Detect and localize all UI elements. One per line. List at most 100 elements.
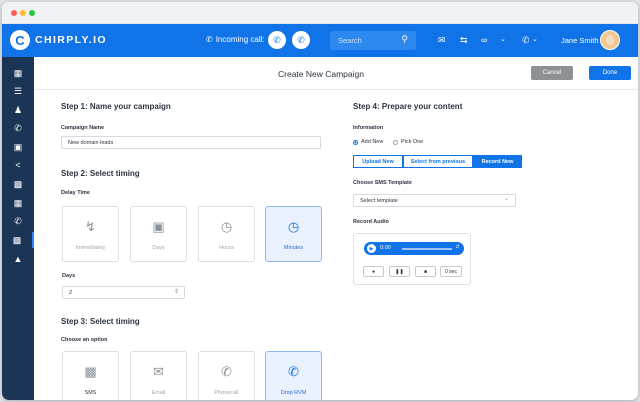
contacts-icon: ♟	[13, 104, 23, 115]
close-window-button[interactable]	[11, 10, 17, 16]
stepper-arrows-icon[interactable]: ⇕	[174, 288, 179, 295]
campaign-name-input[interactable]: New domain leads	[61, 136, 321, 149]
sidebar-item-inbox[interactable]: ▣	[2, 139, 34, 155]
avatar[interactable]	[600, 30, 620, 50]
search-placeholder: Search	[338, 36, 362, 45]
brand-logo[interactable]: C CHIRPLY.IO	[10, 30, 107, 50]
incoming-call-label: Incoming call:	[215, 35, 265, 44]
channel-option-drop-rvm[interactable]: ✆ Drop RVM	[265, 351, 322, 400]
lightning-icon: ↯	[85, 219, 96, 234]
search-icon[interactable]: ⚲	[401, 34, 408, 45]
record-button[interactable]: ●	[363, 266, 384, 277]
sidebar-item-contact-card[interactable]: ▩	[2, 176, 34, 192]
avatar-face	[606, 35, 614, 45]
chevron-down-icon[interactable]: ⌄	[500, 34, 506, 46]
sidebar-item-calendar[interactable]: ▩	[2, 232, 34, 248]
radio-selected-icon	[353, 139, 358, 145]
radio-unselected-icon	[393, 139, 398, 145]
contact-card-icon: ▩	[13, 178, 23, 189]
radio-add-new[interactable]: Add New	[353, 139, 383, 145]
calendar-icon: ▣	[152, 219, 165, 234]
share-icon: <	[15, 160, 21, 170]
days-label: Days	[62, 273, 76, 279]
sidebar-item-call-forward[interactable]: ✆	[2, 213, 34, 229]
days-stepper[interactable]: 2 ⇕	[62, 286, 185, 299]
tab-select-from-previous[interactable]: Select from previous	[403, 155, 473, 168]
play-icon[interactable]: ▶	[367, 244, 376, 253]
phone-hangup-icon: ✆	[297, 34, 305, 45]
sms-template-select[interactable]: Select template ⌄	[353, 194, 516, 207]
channel-option-label: SMS	[84, 390, 97, 396]
audio-player: ▶ 0:00 ♬	[364, 242, 464, 255]
zoom-window-button[interactable]	[29, 10, 35, 16]
cancel-button[interactable]: Cancel	[531, 66, 573, 80]
voicemail-icon[interactable]: ∞	[481, 34, 487, 46]
voicemail-phone-icon: ✆	[288, 364, 299, 379]
information-label: Information	[353, 125, 384, 131]
timing-option-days[interactable]: ▣ Days	[130, 206, 187, 262]
clock-icon: ◷	[220, 219, 233, 234]
top-navigation-bar: C CHIRPLY.IO ✆ Incoming call: ✆ ✆ Search…	[2, 24, 638, 57]
stop-button[interactable]: ■	[415, 266, 436, 277]
channel-option-label: Phonecall	[214, 390, 239, 396]
player-progress-track[interactable]	[402, 248, 452, 250]
sidebar-item-apps[interactable]: ▦	[2, 195, 34, 211]
pause-button[interactable]: ❚❚	[389, 266, 410, 277]
message-icon: ▩	[84, 364, 97, 379]
apps-icon: ▦	[13, 197, 23, 208]
brand-name: CHIRPLY.IO	[35, 34, 107, 46]
calendar-icon: ▩	[12, 234, 22, 245]
search-input[interactable]: Search ⚲	[330, 31, 416, 50]
channel-option-email[interactable]: ✉ Email	[130, 351, 187, 400]
timing-option-minutes[interactable]: ◷ Minutes	[265, 206, 322, 262]
mail-icon[interactable]: ✉	[438, 34, 446, 46]
channel-option-sms[interactable]: ▩ SMS	[62, 351, 119, 400]
channel-option-label: Drop RVM	[280, 390, 307, 396]
page-title: Create New Campaign	[278, 69, 364, 79]
tab-record-new[interactable]: Record New	[473, 155, 522, 168]
choose-option-label: Choose an option	[61, 337, 108, 343]
main-content: Create New Campaign Cancel Done Step 1: …	[34, 57, 638, 400]
minimize-window-button[interactable]	[20, 10, 26, 16]
sidebar-item-phone[interactable]: ✆	[2, 120, 34, 136]
transfer-icon[interactable]: ⇆	[460, 34, 468, 46]
sidebar-item-share[interactable]: <	[2, 157, 34, 173]
sidebar-item-dashboard[interactable]: ▦	[2, 65, 34, 81]
sidebar-item-list[interactable]: ☰	[2, 83, 34, 99]
timing-option-label: Immediately	[75, 245, 106, 251]
timing-option-immediately[interactable]: ↯ Immediately	[62, 206, 119, 262]
app-window: C CHIRPLY.IO ✆ Incoming call: ✆ ✆ Search…	[2, 2, 638, 400]
sidebar-item-education[interactable]: ▲	[2, 251, 34, 267]
page-header: Create New Campaign Cancel Done	[34, 57, 638, 90]
days-value: 2	[69, 290, 73, 296]
player-time: 0:00	[380, 245, 391, 251]
tab-upload-new[interactable]: Upload New	[353, 155, 403, 168]
decline-call-button[interactable]: ✆	[292, 31, 310, 49]
timing-option-hours[interactable]: ◷ Hours	[198, 206, 255, 262]
sms-template-label: Choose SMS Template	[353, 180, 412, 186]
user-name[interactable]: Jane Smith	[561, 36, 599, 45]
radio-pick-one[interactable]: Pick One	[393, 139, 423, 145]
delay-time-label: Delay Time	[61, 190, 90, 196]
answer-call-button[interactable]: ✆	[268, 31, 286, 49]
incoming-phone-icon: ✆	[206, 35, 213, 44]
chevron-down-icon[interactable]: ⌄	[532, 34, 538, 46]
channel-option-phonecall[interactable]: ✆ Phonecall	[198, 351, 255, 400]
sidebar-item-contacts[interactable]: ♟	[2, 102, 34, 118]
timing-option-label: Hours	[219, 245, 234, 251]
title-bar	[2, 2, 638, 24]
education-icon: ▲	[13, 254, 23, 264]
sms-template-placeholder: Select template	[360, 198, 398, 204]
phone-icon[interactable]: ✆	[522, 34, 530, 46]
pause-icon: ❚❚	[395, 268, 404, 275]
chevron-down-icon: ⌄	[503, 196, 509, 202]
done-button[interactable]: Done	[589, 66, 631, 80]
phone-icon: ✆	[273, 34, 281, 45]
step2-heading: Step 2: Select timing	[61, 169, 140, 178]
logo-mark: C	[10, 30, 30, 50]
volume-icon[interactable]: ♬	[455, 244, 461, 250]
phone-icon: ✆	[221, 364, 232, 379]
microphone-icon: ●	[371, 268, 376, 275]
timing-option-label: Days	[152, 245, 165, 251]
channel-option-label: Email	[151, 390, 166, 396]
